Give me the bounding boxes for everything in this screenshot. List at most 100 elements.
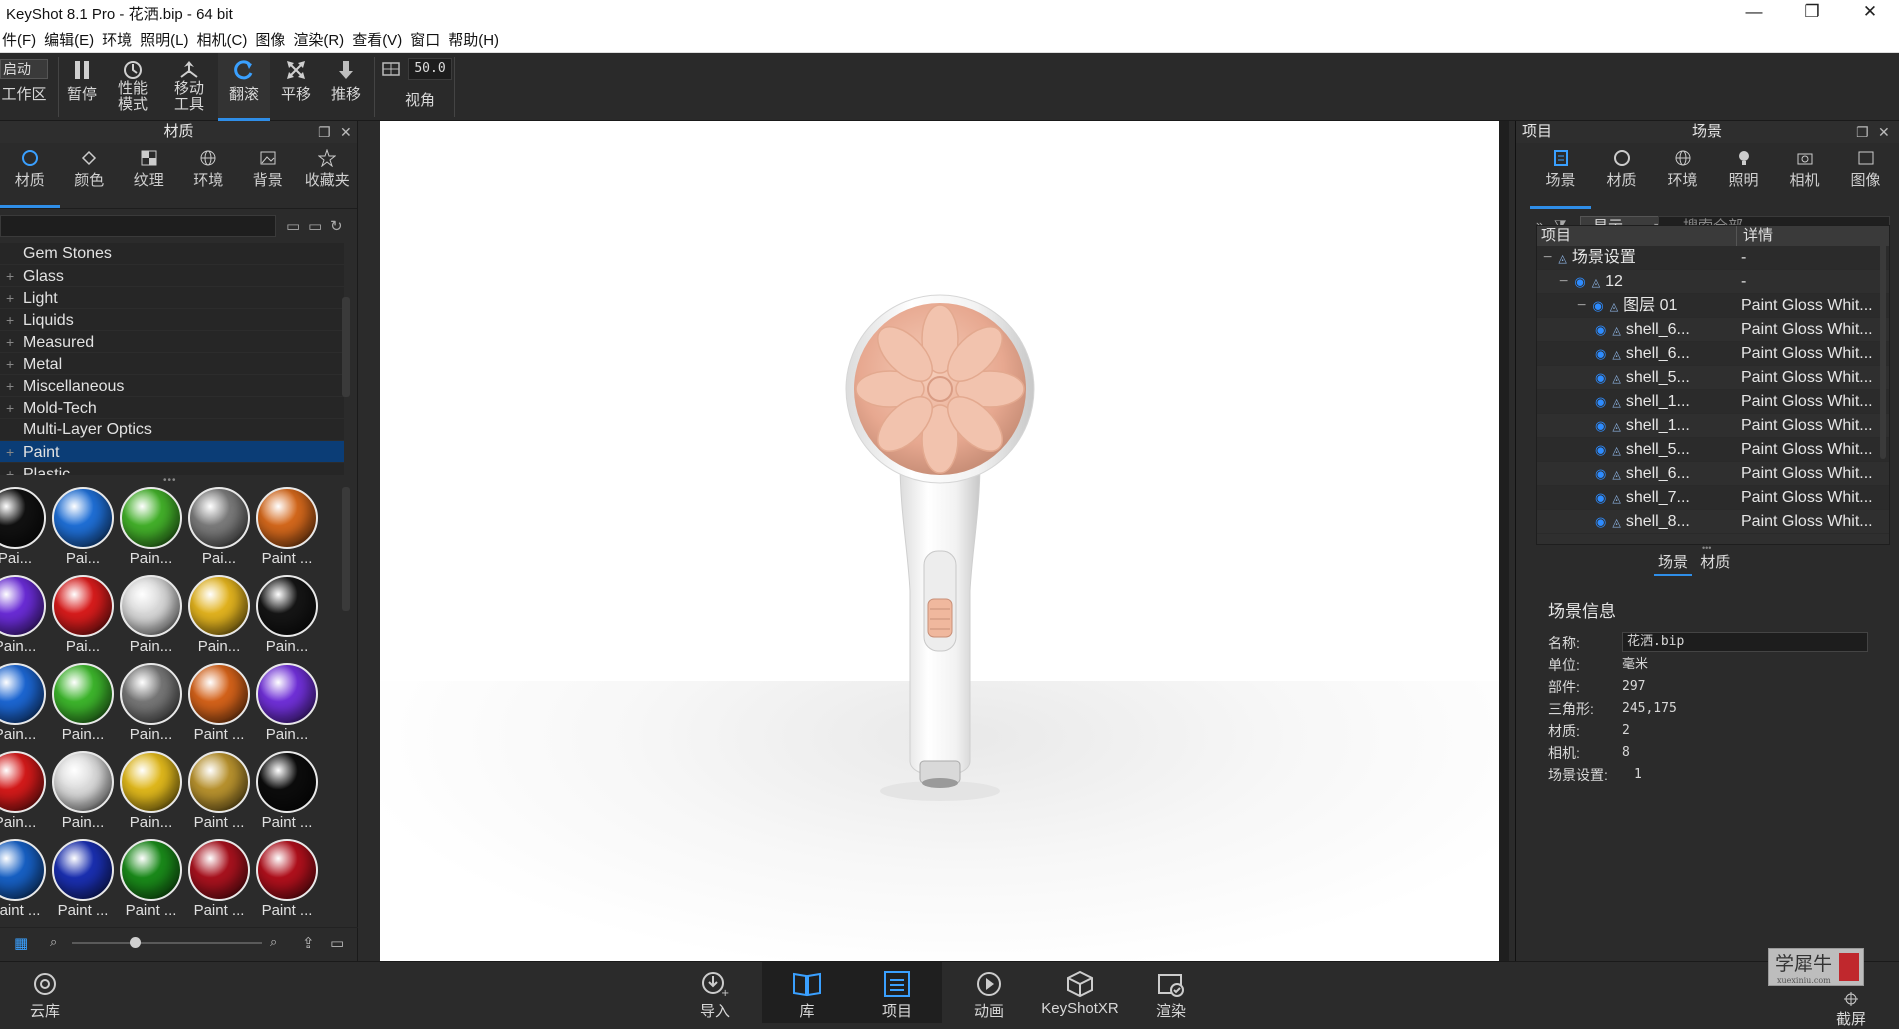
material-thumbnail[interactable]: Pain... bbox=[118, 573, 184, 661]
tab-colors[interactable]: 颜色 bbox=[60, 143, 120, 208]
material-thumbnail[interactable]: Pai... bbox=[186, 485, 252, 573]
material-thumbnail[interactable]: Paint ... bbox=[254, 749, 320, 837]
close-icon[interactable]: ✕ bbox=[1841, 0, 1899, 26]
tree-item[interactable]: + Plastic bbox=[0, 463, 344, 475]
material-thumbnail[interactable]: Pain... bbox=[0, 661, 48, 749]
menu-help[interactable]: 帮助(H) bbox=[446, 29, 505, 50]
material-thumbnail[interactable]: Pain... bbox=[254, 573, 320, 661]
visibility-eye-icon[interactable]: ◉ bbox=[1595, 370, 1606, 385]
tree-scrollbar[interactable] bbox=[342, 297, 350, 397]
tree-item-paint[interactable]: + Paint bbox=[0, 441, 344, 463]
upload-icon[interactable]: ⇪ bbox=[302, 934, 315, 952]
tumble-button[interactable]: 翻滚 bbox=[218, 53, 270, 121]
scene-tree-row[interactable]: ◉ ◬ shell_6... Paint Gloss Whit... bbox=[1537, 318, 1889, 342]
tree-item[interactable]: Multi-Layer Optics bbox=[0, 419, 344, 441]
restore-icon[interactable]: ❐ bbox=[1783, 0, 1841, 26]
scene-name-field[interactable]: 花洒.bip bbox=[1622, 632, 1868, 652]
tab-material[interactable]: 材质 bbox=[1591, 143, 1652, 209]
menu-lighting[interactable]: 照明(L) bbox=[138, 29, 194, 50]
tree-item[interactable]: + Light bbox=[0, 287, 344, 309]
visibility-eye-icon[interactable]: ◉ bbox=[1595, 418, 1606, 433]
thumbnail-size-slider[interactable] bbox=[72, 942, 262, 944]
expand-icon[interactable]: + bbox=[6, 265, 23, 287]
tree-item[interactable]: + Metal bbox=[0, 353, 344, 375]
visibility-eye-icon[interactable]: ◉ bbox=[1595, 322, 1606, 337]
tab-environments[interactable]: 环境 bbox=[179, 143, 239, 208]
material-thumbnail[interactable]: Pain... bbox=[118, 749, 184, 837]
tab-materials[interactable]: 材质 bbox=[0, 143, 60, 208]
material-thumbnail[interactable]: Pain... bbox=[118, 485, 184, 573]
material-thumbnail[interactable]: Pai... bbox=[50, 573, 116, 661]
pause-button[interactable]: 暂停 bbox=[62, 53, 102, 121]
menu-render[interactable]: 渲染(R) bbox=[291, 29, 350, 50]
menu-edit[interactable]: 编辑(E) bbox=[42, 29, 100, 50]
material-thumbnail[interactable]: Pai... bbox=[50, 485, 116, 573]
animation-button[interactable]: 动画 bbox=[944, 962, 1034, 1023]
zoom-in-icon[interactable]: ⌕ bbox=[270, 934, 277, 950]
tree-item[interactable]: + Miscellaneous bbox=[0, 375, 344, 397]
column-item[interactable]: 项目 bbox=[1537, 226, 1737, 246]
expand-icon[interactable]: + bbox=[6, 441, 23, 463]
workspace-button[interactable]: 工作区 bbox=[0, 53, 48, 121]
expand-icon[interactable]: + bbox=[6, 353, 23, 375]
material-thumbnail[interactable]: Paint ... bbox=[186, 661, 252, 749]
tree-item[interactable]: + Mold-Tech bbox=[0, 397, 344, 419]
import-button[interactable]: + 导入 bbox=[670, 962, 760, 1023]
scene-tree-row[interactable]: ◉ ◬ shell_5... Paint Gloss Whit... bbox=[1537, 366, 1889, 390]
library-search-input[interactable] bbox=[0, 215, 276, 237]
material-thumbnail[interactable]: Pain... bbox=[254, 661, 320, 749]
material-thumbnail[interactable]: Paint ... bbox=[50, 837, 116, 925]
undock-icon[interactable]: ❐ bbox=[318, 121, 331, 143]
material-thumbnail[interactable]: Paint ... bbox=[118, 837, 184, 925]
scene-tree-row[interactable]: ◉ ◬ shell_1... Paint Gloss Whit... bbox=[1537, 390, 1889, 414]
visibility-eye-icon[interactable]: ◉ bbox=[1574, 274, 1585, 289]
menu-environment[interactable]: 环境 bbox=[100, 29, 138, 50]
expand-icon[interactable]: + bbox=[6, 287, 23, 309]
tab-textures[interactable]: 纹理 bbox=[119, 143, 179, 208]
tree-item[interactable]: + Glass bbox=[0, 265, 344, 287]
column-detail[interactable]: 详情 bbox=[1737, 226, 1773, 246]
material-thumbnail[interactable]: Pain... bbox=[50, 749, 116, 837]
visibility-eye-icon[interactable]: ◉ bbox=[1595, 490, 1606, 505]
menu-file[interactable]: 件(F) bbox=[0, 29, 42, 50]
field-of-view-input[interactable]: 50.0 bbox=[408, 58, 452, 80]
scene-tree-row[interactable]: ◉ ◬ shell_6... Paint Gloss Whit... bbox=[1537, 342, 1889, 366]
grid-view-icon[interactable]: ▦ bbox=[14, 934, 28, 952]
panel-close-icon[interactable]: ✕ bbox=[340, 121, 352, 143]
keyshotxr-button[interactable]: KeyShotXR bbox=[1034, 962, 1126, 1023]
visibility-eye-icon[interactable]: ◉ bbox=[1592, 298, 1603, 313]
tree-item[interactable]: + Measured bbox=[0, 331, 344, 353]
material-thumbnail[interactable]: Pain... bbox=[0, 749, 48, 837]
tab-lighting[interactable]: 照明 bbox=[1713, 143, 1774, 209]
project-button[interactable]: 项目 bbox=[852, 962, 942, 1023]
material-thumbnail[interactable]: Pain... bbox=[118, 661, 184, 749]
render-button[interactable]: 渲染 bbox=[1126, 962, 1216, 1023]
subtab-scene[interactable]: 场景 bbox=[1654, 549, 1693, 576]
cloud-library-button[interactable]: 云库 bbox=[0, 962, 90, 1023]
scene-tree-row[interactable]: − ◉ ◬ 12 - bbox=[1537, 270, 1889, 294]
tab-environment[interactable]: 环境 bbox=[1652, 143, 1713, 209]
scene-scrollbar[interactable] bbox=[1880, 227, 1886, 459]
library-button[interactable]: 库 bbox=[762, 962, 852, 1023]
dolly-button[interactable]: 推移 bbox=[326, 53, 366, 121]
material-thumbnail[interactable]: Pain... bbox=[186, 573, 252, 661]
material-thumbnail[interactable]: Paint ... bbox=[186, 749, 252, 837]
folder-add-icon[interactable]: ▭ bbox=[308, 217, 322, 235]
refresh-icon[interactable]: ↻ bbox=[330, 217, 343, 235]
move-tool-button[interactable]: 移动 工具 bbox=[166, 53, 212, 121]
collapse-icon[interactable]: − bbox=[1559, 273, 1568, 290]
zoom-out-icon[interactable]: ⌕ bbox=[50, 934, 57, 950]
tab-favorites[interactable]: 收藏夹 bbox=[298, 143, 358, 208]
scene-tree-row[interactable]: ◉ ◬ shell_7... Paint Gloss Whit... bbox=[1537, 486, 1889, 510]
render-viewport[interactable] bbox=[380, 121, 1499, 961]
expand-icon[interactable]: + bbox=[6, 397, 23, 419]
tab-scene[interactable]: 场景 bbox=[1530, 143, 1591, 209]
performance-mode-button[interactable]: 性能 模式 bbox=[110, 53, 156, 121]
visibility-eye-icon[interactable]: ◉ bbox=[1595, 394, 1606, 409]
expand-icon[interactable]: + bbox=[6, 463, 23, 475]
tab-camera[interactable]: 相机 bbox=[1774, 143, 1835, 209]
grid-scrollbar[interactable] bbox=[342, 487, 350, 611]
subtab-material[interactable]: 材质 bbox=[1696, 549, 1734, 574]
slider-handle[interactable] bbox=[130, 937, 141, 948]
material-thumbnail[interactable]: Pain... bbox=[50, 661, 116, 749]
